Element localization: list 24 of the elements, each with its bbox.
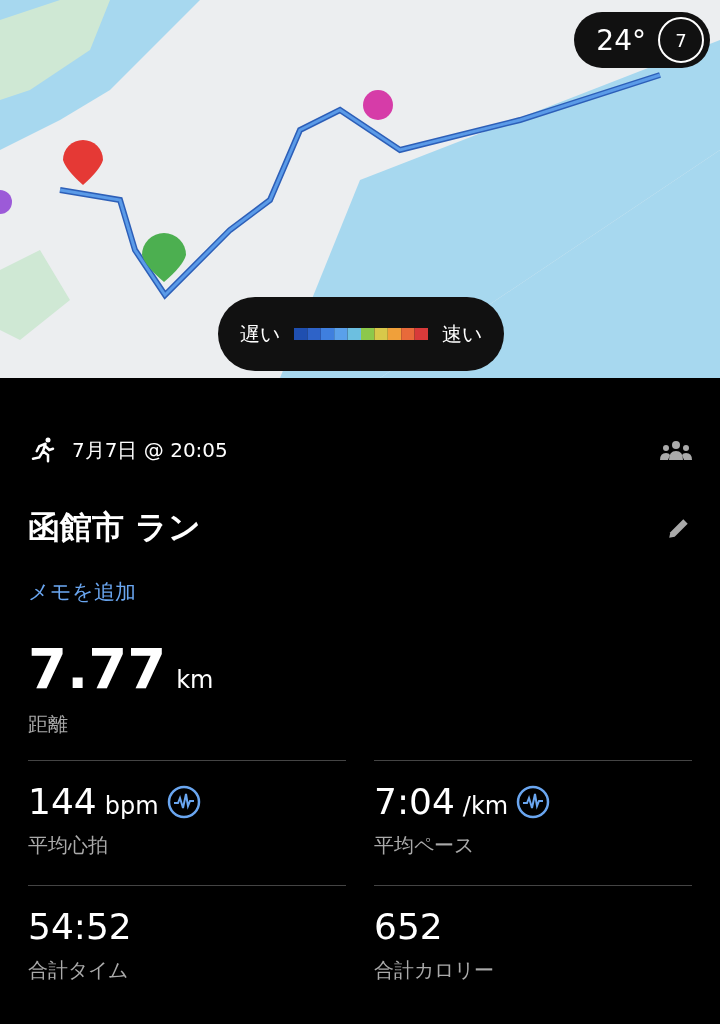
metric-unit: bpm bbox=[104, 792, 159, 820]
speed-scale-icon bbox=[294, 328, 428, 340]
metric-label: 平均ペース bbox=[374, 832, 475, 859]
metric-value: 652 bbox=[374, 906, 443, 947]
distance-value: 7.77 bbox=[28, 636, 167, 701]
metric-unit: /km bbox=[462, 792, 509, 820]
group-icon[interactable] bbox=[660, 440, 692, 460]
wind-speed: 7 bbox=[658, 17, 704, 63]
metric-label: 平均心拍 bbox=[28, 832, 109, 859]
metric-value: 144 bbox=[28, 781, 97, 822]
activity-title: 函館市 ラン bbox=[28, 507, 203, 548]
heartbeat-icon[interactable] bbox=[166, 784, 201, 819]
temperature: 24° bbox=[596, 23, 646, 57]
activity-date: 7月7日 @ 20:05 bbox=[72, 436, 229, 464]
metric-value: 7:04 bbox=[374, 781, 455, 822]
add-note-link[interactable]: メモを追加 bbox=[28, 578, 136, 606]
metric-label: 合計カロリー bbox=[374, 957, 495, 984]
distance-unit: km bbox=[176, 666, 214, 694]
legend-label: 速い bbox=[442, 320, 482, 348]
legend-label: 遅い bbox=[240, 320, 280, 348]
metric-label: 合計タイム bbox=[28, 957, 129, 984]
distance-label: 距離 bbox=[28, 711, 69, 738]
heartbeat-icon[interactable] bbox=[516, 784, 551, 819]
metric-value: 54:52 bbox=[28, 906, 132, 947]
